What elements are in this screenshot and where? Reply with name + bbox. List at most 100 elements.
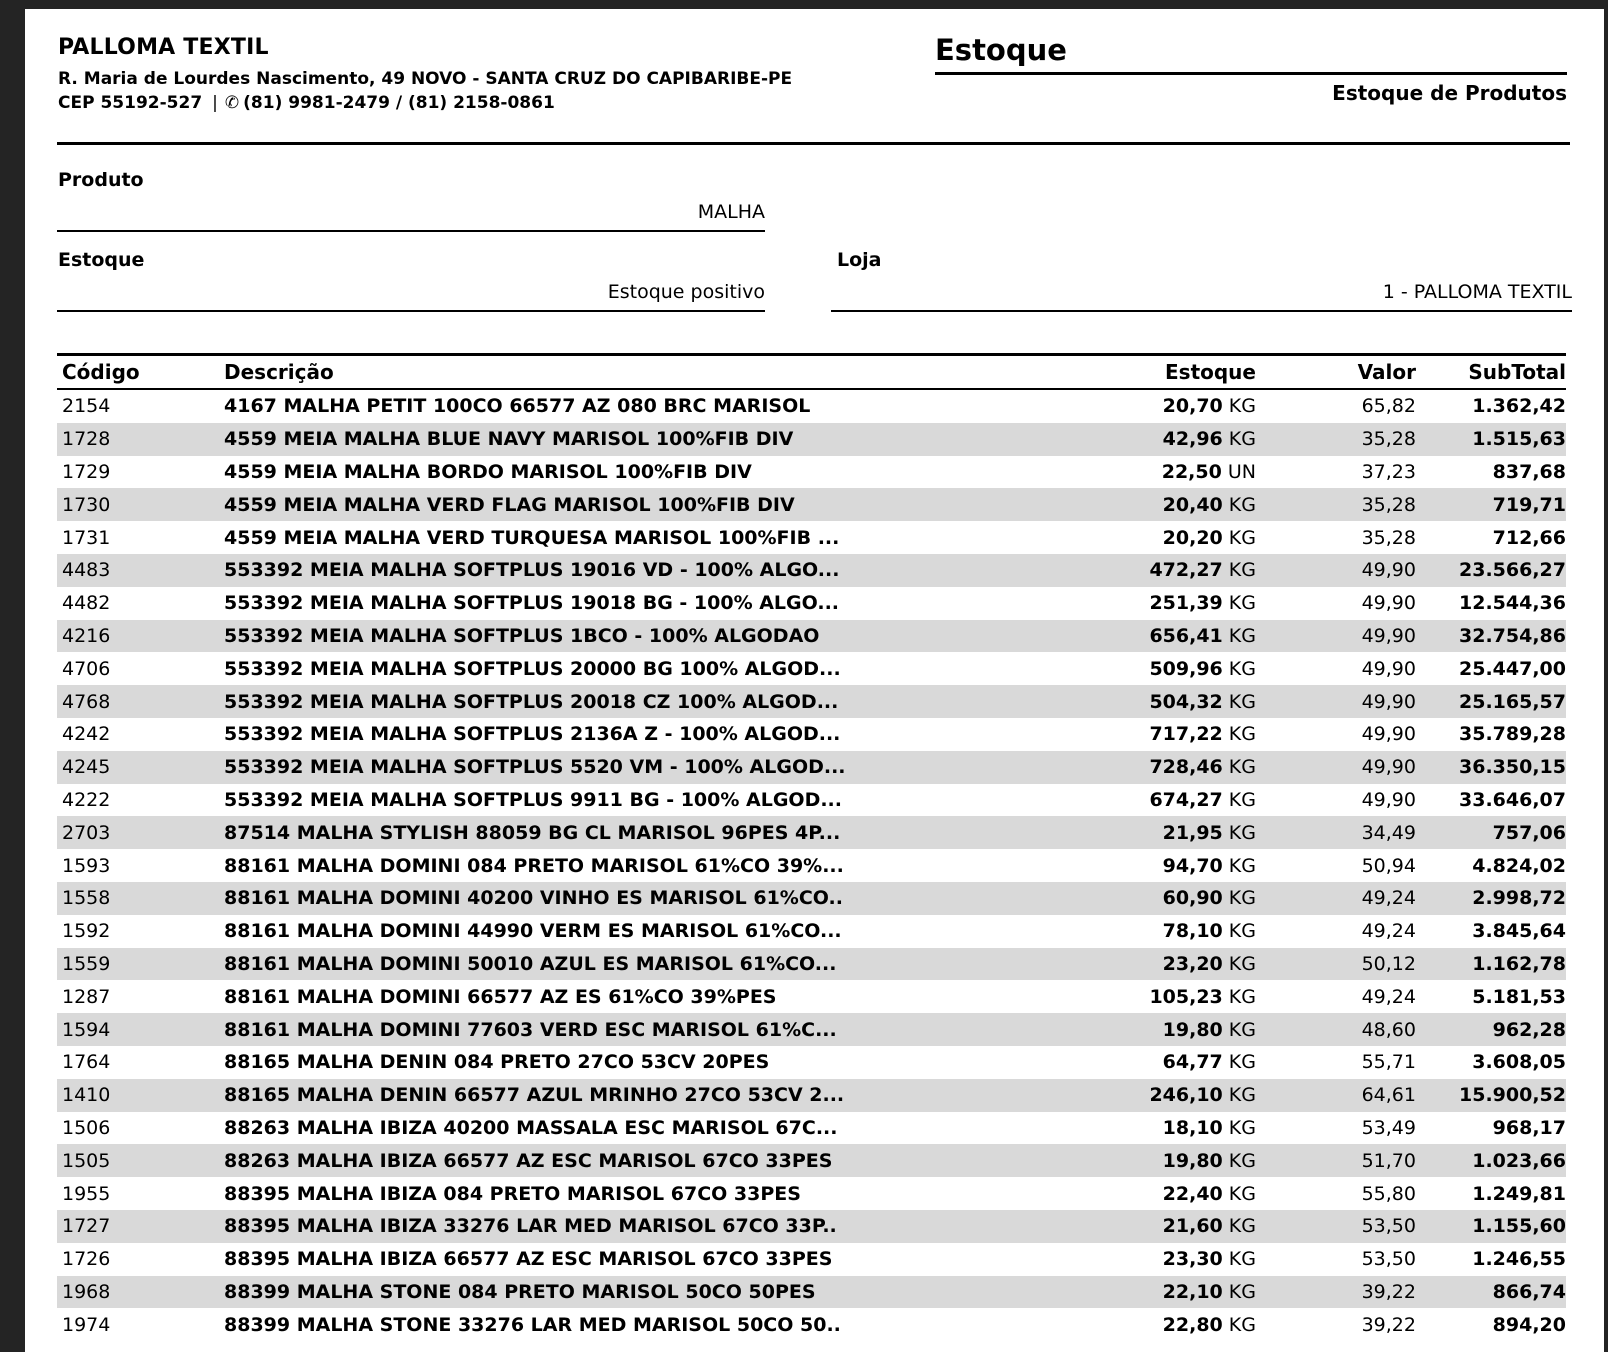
row-descricao: 553392 MEIA MALHA SOFTPLUS 2136A Z - 100… bbox=[221, 723, 1071, 745]
row-estoque-value: 22,50 bbox=[1162, 461, 1222, 483]
row-codigo: 4222 bbox=[57, 789, 221, 811]
row-estoque-unit: KG bbox=[1223, 691, 1256, 713]
table-row: 159288161 MALHA DOMINI 44990 VERM ES MAR… bbox=[57, 915, 1566, 948]
row-estoque: 105,23 KG bbox=[1071, 986, 1256, 1008]
row-estoque: 22,40 KG bbox=[1071, 1183, 1256, 1205]
row-descricao: 88161 MALHA DOMINI 77603 VERD ESC MARISO… bbox=[221, 1019, 1071, 1041]
loja-label: Loja bbox=[837, 249, 882, 271]
row-subtotal: 25.447,00 bbox=[1416, 658, 1566, 680]
row-estoque: 246,10 KG bbox=[1071, 1084, 1256, 1106]
row-valor: 53,50 bbox=[1256, 1215, 1416, 1237]
row-estoque-unit: KG bbox=[1223, 592, 1256, 614]
table-body: 21544167 MALHA PETIT 100CO 66577 AZ 080 … bbox=[57, 390, 1566, 1341]
row-estoque-value: 23,20 bbox=[1163, 953, 1223, 975]
row-codigo: 1955 bbox=[57, 1183, 221, 1205]
table-row: 176488165 MALHA DENIN 084 PRETO 27CO 53C… bbox=[57, 1046, 1566, 1079]
table-row: 4222553392 MEIA MALHA SOFTPLUS 9911 BG -… bbox=[57, 784, 1566, 817]
row-valor: 65,82 bbox=[1256, 395, 1416, 417]
row-codigo: 1728 bbox=[57, 428, 221, 450]
row-valor: 50,94 bbox=[1256, 855, 1416, 877]
row-descricao: 4167 MALHA PETIT 100CO 66577 AZ 080 BRC … bbox=[221, 395, 1071, 417]
row-valor: 55,80 bbox=[1256, 1183, 1416, 1205]
row-descricao: 88399 MALHA STONE 33276 LAR MED MARISOL … bbox=[221, 1314, 1071, 1336]
row-subtotal: 1.515,63 bbox=[1416, 428, 1566, 450]
table-row: 197488399 MALHA STONE 33276 LAR MED MARI… bbox=[57, 1308, 1566, 1341]
table-row: 4482553392 MEIA MALHA SOFTPLUS 19018 BG … bbox=[57, 587, 1566, 620]
row-valor: 49,90 bbox=[1256, 625, 1416, 647]
row-estoque-value: 19,80 bbox=[1163, 1150, 1223, 1172]
row-codigo: 1764 bbox=[57, 1051, 221, 1073]
row-estoque-value: 674,27 bbox=[1149, 789, 1222, 811]
row-estoque-unit: KG bbox=[1223, 1314, 1256, 1336]
col-header-valor: Valor bbox=[1256, 360, 1416, 384]
row-valor: 49,90 bbox=[1256, 789, 1416, 811]
row-descricao: 88165 MALHA DENIN 084 PRETO 27CO 53CV 20… bbox=[221, 1051, 1071, 1073]
row-subtotal: 32.754,86 bbox=[1416, 625, 1566, 647]
row-valor: 49,90 bbox=[1256, 756, 1416, 778]
row-subtotal: 5.181,53 bbox=[1416, 986, 1566, 1008]
row-estoque: 509,96 KG bbox=[1071, 658, 1256, 680]
row-estoque-unit: KG bbox=[1223, 1084, 1256, 1106]
report-title-block: Estoque Estoque de Produtos bbox=[935, 33, 1567, 105]
row-estoque-unit: KG bbox=[1223, 1051, 1256, 1073]
row-estoque: 22,10 KG bbox=[1071, 1281, 1256, 1303]
row-valor: 34,49 bbox=[1256, 822, 1416, 844]
row-valor: 39,22 bbox=[1256, 1281, 1416, 1303]
row-estoque-value: 472,27 bbox=[1149, 559, 1222, 581]
row-valor: 49,90 bbox=[1256, 691, 1416, 713]
col-header-descricao: Descrição bbox=[221, 360, 1071, 384]
estoque-label: Estoque bbox=[58, 249, 144, 271]
row-estoque-value: 60,90 bbox=[1163, 887, 1223, 909]
row-estoque-value: 246,10 bbox=[1149, 1084, 1222, 1106]
row-subtotal: 15.900,52 bbox=[1416, 1084, 1566, 1106]
row-estoque-value: 105,23 bbox=[1149, 986, 1222, 1008]
row-estoque: 20,40 KG bbox=[1071, 494, 1256, 516]
row-estoque-value: 78,10 bbox=[1163, 920, 1223, 942]
company-name: PALLOMA TEXTIL bbox=[58, 35, 792, 60]
row-estoque-value: 656,41 bbox=[1149, 625, 1222, 647]
row-estoque: 504,32 KG bbox=[1071, 691, 1256, 713]
row-descricao: 87514 MALHA STYLISH 88059 BG CL MARISOL … bbox=[221, 822, 1071, 844]
row-valor: 37,23 bbox=[1256, 461, 1416, 483]
row-descricao: 553392 MEIA MALHA SOFTPLUS 9911 BG - 100… bbox=[221, 789, 1071, 811]
row-descricao: 88395 MALHA IBIZA 084 PRETO MARISOL 67CO… bbox=[221, 1183, 1071, 1205]
row-codigo: 1727 bbox=[57, 1215, 221, 1237]
row-estoque-unit: KG bbox=[1223, 887, 1256, 909]
report-title: Estoque bbox=[935, 33, 1567, 75]
row-descricao: 88161 MALHA DOMINI 084 PRETO MARISOL 61%… bbox=[221, 855, 1071, 877]
row-estoque-unit: KG bbox=[1223, 658, 1256, 680]
row-codigo: 1505 bbox=[57, 1150, 221, 1172]
table-row: 17294559 MEIA MALHA BORDO MARISOL 100%FI… bbox=[57, 456, 1566, 489]
row-estoque-value: 509,96 bbox=[1149, 658, 1222, 680]
row-estoque: 19,80 KG bbox=[1071, 1019, 1256, 1041]
table-row: 159388161 MALHA DOMINI 084 PRETO MARISOL… bbox=[57, 849, 1566, 882]
row-codigo: 4483 bbox=[57, 559, 221, 581]
row-valor: 53,50 bbox=[1256, 1248, 1416, 1270]
row-subtotal: 3.608,05 bbox=[1416, 1051, 1566, 1073]
row-codigo: 1594 bbox=[57, 1019, 221, 1041]
row-valor: 48,60 bbox=[1256, 1019, 1416, 1041]
row-valor: 51,70 bbox=[1256, 1150, 1416, 1172]
row-estoque-unit: KG bbox=[1223, 953, 1256, 975]
row-subtotal: 719,71 bbox=[1416, 494, 1566, 516]
row-estoque-value: 18,10 bbox=[1163, 1117, 1223, 1139]
row-subtotal: 1.162,78 bbox=[1416, 953, 1566, 975]
table-row: 150688263 MALHA IBIZA 40200 MASSALA ESC … bbox=[57, 1112, 1566, 1145]
row-valor: 49,90 bbox=[1256, 658, 1416, 680]
row-descricao: 4559 MEIA MALHA VERD FLAG MARISOL 100%FI… bbox=[221, 494, 1071, 516]
row-descricao: 88161 MALHA DOMINI 44990 VERM ES MARISOL… bbox=[221, 920, 1071, 942]
col-header-codigo: Código bbox=[57, 360, 221, 384]
row-estoque: 472,27 KG bbox=[1071, 559, 1256, 581]
row-valor: 49,24 bbox=[1256, 887, 1416, 909]
table-row: 128788161 MALHA DOMINI 66577 AZ ES 61%CO… bbox=[57, 980, 1566, 1013]
separator: | bbox=[202, 93, 225, 113]
row-codigo: 1506 bbox=[57, 1117, 221, 1139]
row-estoque: 60,90 KG bbox=[1071, 887, 1256, 909]
row-descricao: 4559 MEIA MALHA VERD TURQUESA MARISOL 10… bbox=[221, 527, 1071, 549]
row-descricao: 4559 MEIA MALHA BORDO MARISOL 100%FIB DI… bbox=[221, 461, 1071, 483]
row-codigo: 4768 bbox=[57, 691, 221, 713]
company-cep: CEP 55192-527 bbox=[58, 93, 202, 113]
col-header-estoque: Estoque bbox=[1071, 360, 1256, 384]
row-subtotal: 962,28 bbox=[1416, 1019, 1566, 1041]
row-subtotal: 894,20 bbox=[1416, 1314, 1566, 1336]
